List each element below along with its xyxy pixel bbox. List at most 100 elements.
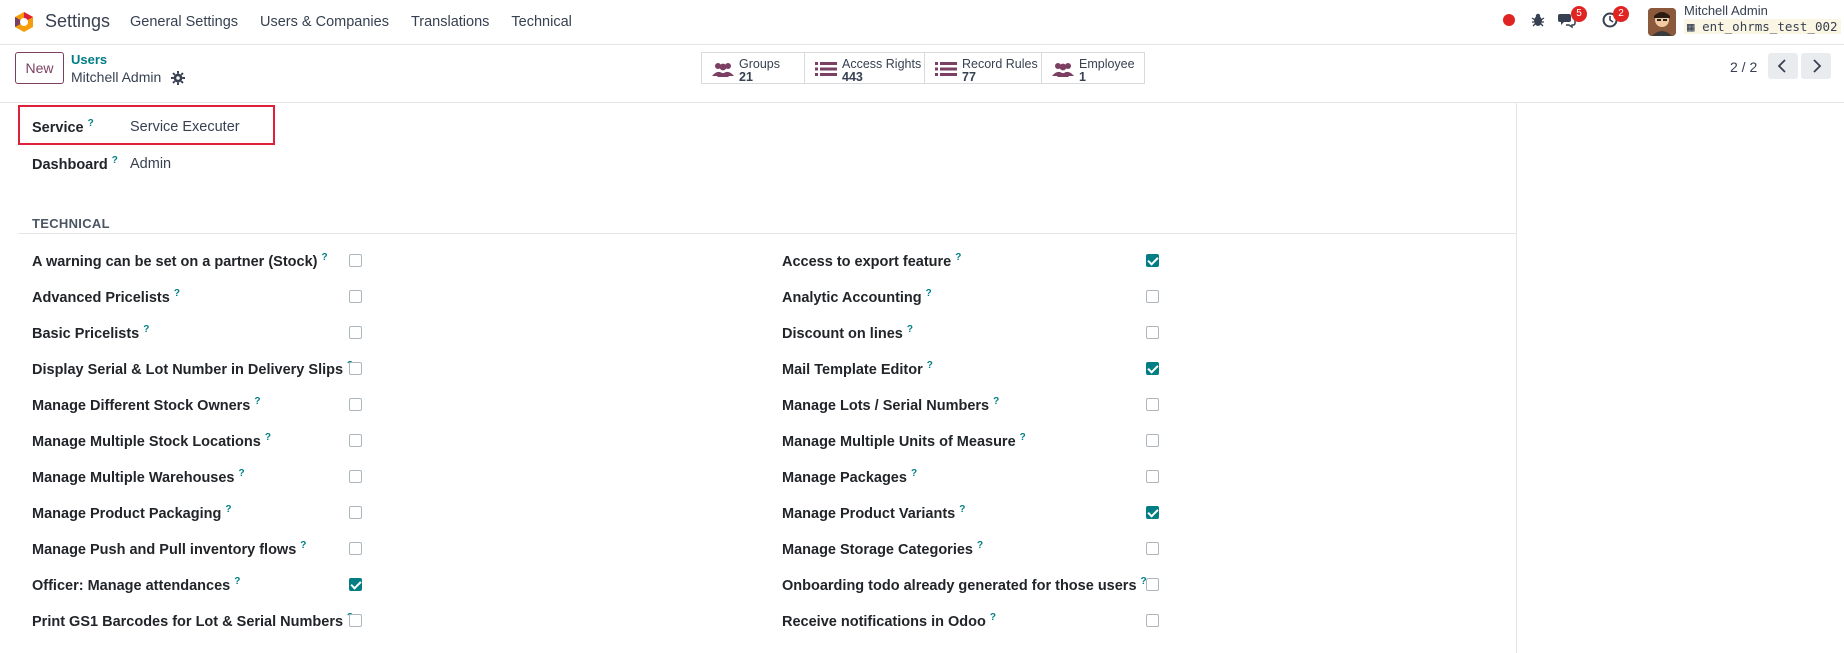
setting-label-text: Onboarding todo already generated for th… (782, 577, 1137, 594)
help-icon[interactable]: ? (911, 468, 917, 479)
setting-checkbox[interactable] (1146, 506, 1159, 519)
setting-label: Mail Template Editor? (782, 360, 933, 378)
setting-label-text: Mail Template Editor (782, 361, 923, 378)
setting-label-text: Manage Multiple Stock Locations (32, 433, 261, 450)
help-icon[interactable]: ? (254, 396, 260, 407)
setting-checkbox[interactable] (349, 398, 362, 411)
help-icon[interactable]: ? (234, 576, 240, 587)
chat-count-badge: 5 (1571, 6, 1587, 22)
smart-button-employee[interactable]: Employee 1 (1041, 52, 1145, 84)
menu-general-settings[interactable]: General Settings (130, 14, 238, 30)
setting-label-text: Receive notifications in Odoo (782, 613, 986, 630)
app-title[interactable]: Settings (45, 11, 110, 32)
help-icon[interactable]: ? (977, 540, 983, 551)
smart-button-groups[interactable]: Groups 21 (701, 52, 805, 84)
setting-checkbox[interactable] (1146, 470, 1159, 483)
setting-checkbox[interactable] (349, 326, 362, 339)
setting-label-text: Manage Different Stock Owners (32, 397, 251, 414)
setting-checkbox[interactable] (1146, 290, 1159, 303)
setting-checkbox[interactable] (1146, 578, 1159, 591)
user-avatar-icon (1648, 8, 1676, 36)
help-icon[interactable]: ? (927, 360, 933, 371)
smart-button-label: Groups (739, 57, 780, 71)
help-icon[interactable]: ? (322, 252, 328, 263)
help-icon[interactable]: ? (143, 324, 149, 335)
help-icon[interactable]: ? (265, 432, 271, 443)
record-indicator-icon[interactable] (1503, 14, 1515, 26)
service-field[interactable]: Service Executer (130, 119, 240, 135)
help-icon[interactable]: ? (112, 155, 118, 166)
service-label-text: Service (32, 119, 84, 136)
help-icon[interactable]: ? (993, 396, 999, 407)
smart-button-access-rights[interactable]: Access Rights 443 (804, 52, 925, 84)
users-icon (712, 63, 734, 77)
help-icon[interactable]: ? (239, 468, 245, 479)
breadcrumb-users[interactable]: Users (71, 52, 107, 67)
setting-checkbox[interactable] (1146, 362, 1159, 375)
setting-label: Receive notifications in Odoo? (782, 612, 996, 630)
menu-technical[interactable]: Technical (511, 14, 571, 30)
database-icon: ▦ (1687, 19, 1695, 34)
setting-checkbox[interactable] (349, 578, 362, 591)
setting-label-text: Analytic Accounting (782, 289, 922, 306)
setting-label: Analytic Accounting? (782, 288, 932, 306)
pager-previous-button[interactable] (1768, 53, 1798, 79)
help-icon[interactable]: ? (959, 504, 965, 515)
setting-checkbox[interactable] (349, 290, 362, 303)
list-icon (815, 62, 837, 76)
setting-checkbox[interactable] (349, 254, 362, 267)
setting-checkbox[interactable] (1146, 542, 1159, 555)
odoo-logo-icon[interactable] (13, 11, 35, 33)
setting-label: Access to export feature? (782, 252, 961, 270)
help-icon[interactable]: ? (926, 288, 932, 299)
setting-label: Discount on lines? (782, 324, 913, 342)
setting-checkbox[interactable] (349, 506, 362, 519)
user-name[interactable]: Mitchell Admin (1684, 3, 1768, 18)
menu-translations[interactable]: Translations (411, 14, 489, 30)
pager-value[interactable]: 2 / 2 (1730, 59, 1757, 75)
avatar[interactable] (1648, 8, 1676, 36)
setting-label: A warning can be set on a partner (Stock… (32, 252, 328, 270)
help-icon[interactable]: ? (225, 504, 231, 515)
setting-checkbox[interactable] (1146, 398, 1159, 411)
smart-button-count: 77 (962, 70, 976, 84)
setting-label-text: Manage Push and Pull inventory flows (32, 541, 297, 558)
setting-checkbox[interactable] (1146, 614, 1159, 627)
chat-button[interactable]: 5 (1558, 6, 1587, 30)
setting-checkbox[interactable] (349, 542, 362, 555)
setting-checkbox[interactable] (1146, 254, 1159, 267)
setting-label-text: Manage Lots / Serial Numbers (782, 397, 990, 414)
setting-checkbox[interactable] (349, 470, 362, 483)
gear-icon[interactable] (171, 71, 185, 85)
activity-button[interactable]: 2 (1602, 6, 1629, 30)
setting-label: Display Serial & Lot Number in Delivery … (32, 360, 353, 378)
bug-icon[interactable] (1530, 12, 1546, 28)
help-icon[interactable]: ? (300, 540, 306, 551)
setting-checkbox[interactable] (349, 614, 362, 627)
setting-checkbox[interactable] (1146, 434, 1159, 447)
setting-label: Manage Product Packaging? (32, 504, 231, 522)
setting-label-text: Basic Pricelists (32, 325, 140, 342)
setting-label-text: Manage Multiple Units of Measure (782, 433, 1016, 450)
pager-next-button[interactable] (1801, 53, 1831, 79)
help-icon[interactable]: ? (907, 324, 913, 335)
help-icon[interactable]: ? (990, 612, 996, 623)
help-icon[interactable]: ? (88, 118, 94, 129)
setting-checkbox[interactable] (1146, 326, 1159, 339)
dashboard-label-text: Dashboard (32, 156, 108, 173)
chatter-panel (1517, 103, 1844, 653)
setting-label-text: Manage Packages (782, 469, 907, 486)
setting-label-text: Manage Product Packaging (32, 505, 222, 522)
setting-checkbox[interactable] (349, 362, 362, 375)
top-navbar: Settings General Settings Users & Compan… (0, 0, 1844, 45)
help-icon[interactable]: ? (174, 288, 180, 299)
setting-checkbox[interactable] (349, 434, 362, 447)
help-icon[interactable]: ? (955, 252, 961, 263)
setting-label: Manage Different Stock Owners? (32, 396, 260, 414)
service-label: Service? (32, 118, 94, 136)
new-button[interactable]: New (15, 52, 64, 84)
smart-button-record-rules[interactable]: Record Rules 77 (924, 52, 1042, 84)
help-icon[interactable]: ? (1020, 432, 1026, 443)
menu-users-companies[interactable]: Users & Companies (260, 14, 389, 30)
dashboard-field[interactable]: Admin (130, 156, 171, 172)
